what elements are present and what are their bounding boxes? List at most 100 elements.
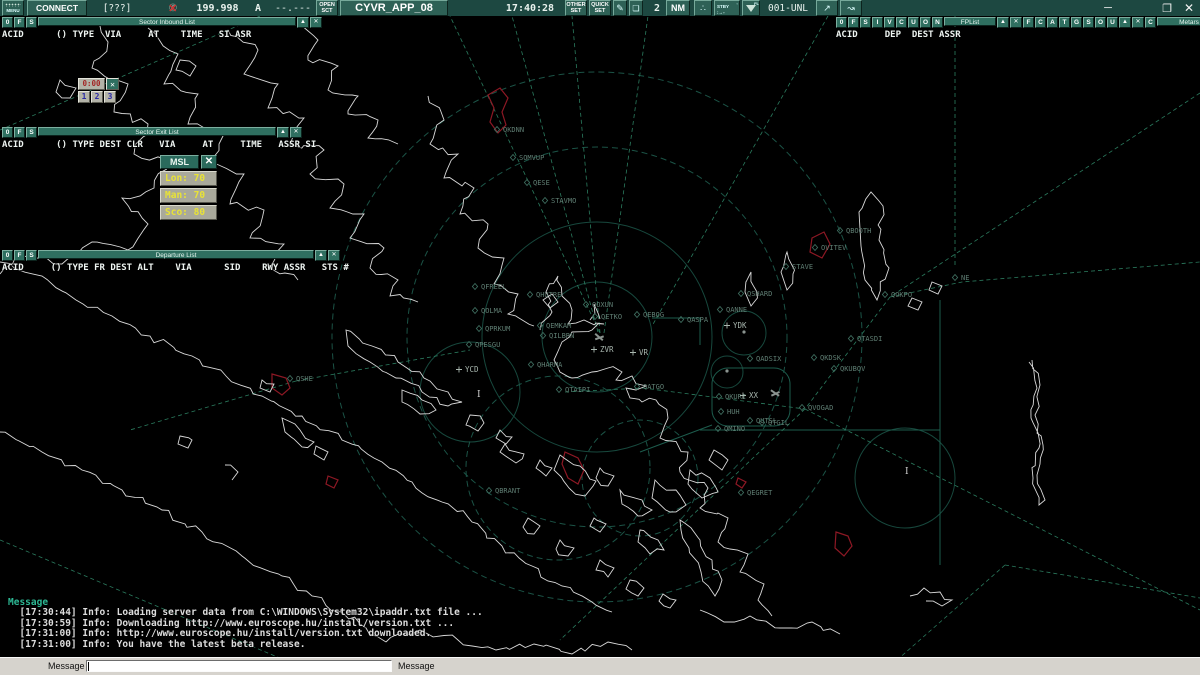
fplist-collapse-button[interactable]: ▲ [997,17,1009,28]
toggle-button-I[interactable]: I [872,17,883,28]
msl-title[interactable]: MSL [160,155,199,169]
close-button[interactable]: ✕ [1180,0,1198,16]
exit-collapse-button[interactable]: ▲ [277,127,289,138]
toggle-button-0[interactable]: 0 [2,17,13,28]
fix-marker [724,323,730,329]
fplist-title[interactable]: FPList [944,17,996,26]
red-x-icon: ✕ [168,2,177,15]
toggle-button-U[interactable]: U [908,17,919,28]
timer-digit-3[interactable]: 3 [104,91,116,103]
svg-text:I: I [477,390,481,400]
menu-label: MENU [6,8,19,13]
fplist-header: ACID DEP DEST ASSR [836,30,1200,40]
msl-manual-row[interactable]: Man: 70 [160,188,217,203]
flightplan-icon[interactable]: ✎ [613,0,627,16]
message-input[interactable] [86,660,392,672]
timer-display[interactable]: 0:00 [78,78,105,90]
msl-london-row[interactable]: Lon: 70 [160,171,217,186]
track-dots-icon[interactable]: ∴ [694,0,712,16]
toggle-button-F[interactable]: F [848,17,859,28]
altitude-filter-icon[interactable]: FL [742,0,760,16]
secondary-frequency[interactable]: --.--- [272,0,314,16]
toggle-button-O[interactable]: O [920,17,931,28]
euroscope-window: I I QKDNN SOMVUP QESE STAVMO QFREEL QHUTRE QOX… [0,0,1200,675]
fix-marker [717,307,722,313]
exit-close-button[interactable]: ✕ [290,127,302,138]
fix-marker [812,245,817,251]
menu-button[interactable]: MENU [2,0,24,16]
toggle-button-S[interactable]: S [26,17,37,28]
toggle-button-0[interactable]: 0 [836,17,847,28]
restore-button[interactable]: ❐ [1158,0,1176,16]
open-sct-button[interactable]: OPEN SCT [316,0,338,16]
toggle-button-S[interactable]: S [1083,17,1094,28]
primary-frequency[interactable]: 199.998 [190,0,245,16]
open-sct-line2: SCT [322,8,333,14]
standby-mode-icon[interactable]: ▫ STBY :→▫ [714,0,740,16]
radar-display[interactable]: I I QKDNN SOMVUP QESE STAVMO QFREEL QHUTRE QOX… [0,0,1200,675]
fplist-column-buttons: FCATGSOU [1023,17,1118,28]
toggle-button-N[interactable]: N [932,17,943,28]
toggle-button-C[interactable]: C [1035,17,1046,28]
inbound-close-button[interactable]: ✕ [310,17,322,28]
route-vector-icon[interactable]: ↝ [840,0,862,16]
toggle-button-F[interactable]: F [14,127,25,138]
toggle-button-S[interactable]: S [860,17,871,28]
fix-marker [811,355,816,361]
timer-digit-2[interactable]: 2 [91,91,103,103]
zoom-mode-icon[interactable]: ❏ [629,0,643,16]
toggle-button-F[interactable]: F [14,17,25,28]
inbound-collapse-button[interactable]: ▲ [297,17,309,28]
toggle-button-G[interactable]: G [1071,17,1082,28]
toggle-button-O[interactable]: O [1095,17,1106,28]
toggle-button-0[interactable]: 0 [2,127,13,138]
station-name[interactable]: CYVR_APP_08 [340,0,448,16]
log-line: [17:30:44] Info: Loading server data fro… [8,608,483,619]
toggle-button-C[interactable]: C [896,17,907,28]
toggle-button-S[interactable]: S [26,127,37,138]
controller-id: 001-UNL [764,0,812,16]
fix-marker [738,291,743,297]
msl-close-button[interactable]: ✕ [201,155,217,169]
toggle-button-0[interactable]: 0 [2,250,13,261]
toggle-button-S[interactable]: S [26,250,37,261]
exit-list-title[interactable]: Sector Exit List [38,127,276,136]
frequency-mode[interactable]: A [252,0,264,16]
metar-close-button[interactable]: ✕ [1132,17,1144,28]
toggle-button-U[interactable]: U [1107,17,1118,28]
toggle-button-T[interactable]: T [1059,17,1070,28]
toggle-button-V[interactable]: V [884,17,895,28]
departure-collapse-button[interactable]: ▲ [315,250,327,261]
timer-widget: 0:00 ✕ 123 [78,78,119,103]
fix-label-QBOOTH: QBOOTH [846,227,871,235]
inbound-list-title[interactable]: Sector Inbound List [38,17,296,26]
fix-marker [476,326,481,332]
fix-label-QANNE: QANNE [726,306,747,314]
fix-label-QFREEL: QFREEL [481,283,506,291]
range-unit-button[interactable]: NM [666,0,690,16]
timer-digit-1[interactable]: 1 [78,91,90,103]
voice-disconnect-icon[interactable]: ✆ ✕ [163,0,183,16]
toggle-button-F[interactable]: F [14,250,25,261]
msl-widget: MSL ✕ Lon: 70 Man: 70 Sco: 80 [160,155,217,220]
fplist-close-button[interactable]: ✕ [1010,17,1022,28]
fix-label-OVITEV: OVITEV [821,244,847,252]
timer-close-button[interactable]: ✕ [106,78,119,90]
connect-button[interactable]: CONNECT [27,0,87,16]
other-set-button[interactable]: OTHER SET [565,0,587,16]
toggle-button-A[interactable]: A [1047,17,1058,28]
fix-marker [540,333,545,339]
minimize-button[interactable]: ─ [1100,0,1116,16]
quick-set-button[interactable]: QUICK SET [589,0,611,16]
heading-vector-icon[interactable]: ↗ [816,0,838,16]
metar-collapse-button[interactable]: ▲ [1119,17,1131,28]
departure-list-title[interactable]: Departure List [38,250,314,259]
range-value[interactable]: 2 [650,0,664,16]
toggle-button-F[interactable]: F [1023,17,1034,28]
metar-c-button[interactable]: C [1145,17,1156,28]
metar-list-title[interactable]: Metars [1157,17,1200,26]
fix-label-ZVR: ZVR [600,345,614,354]
msl-scope-row[interactable]: Sco: 80 [160,205,217,220]
fix-label-QTASDI: QTASDI [857,335,882,343]
departure-close-button[interactable]: ✕ [328,250,340,261]
